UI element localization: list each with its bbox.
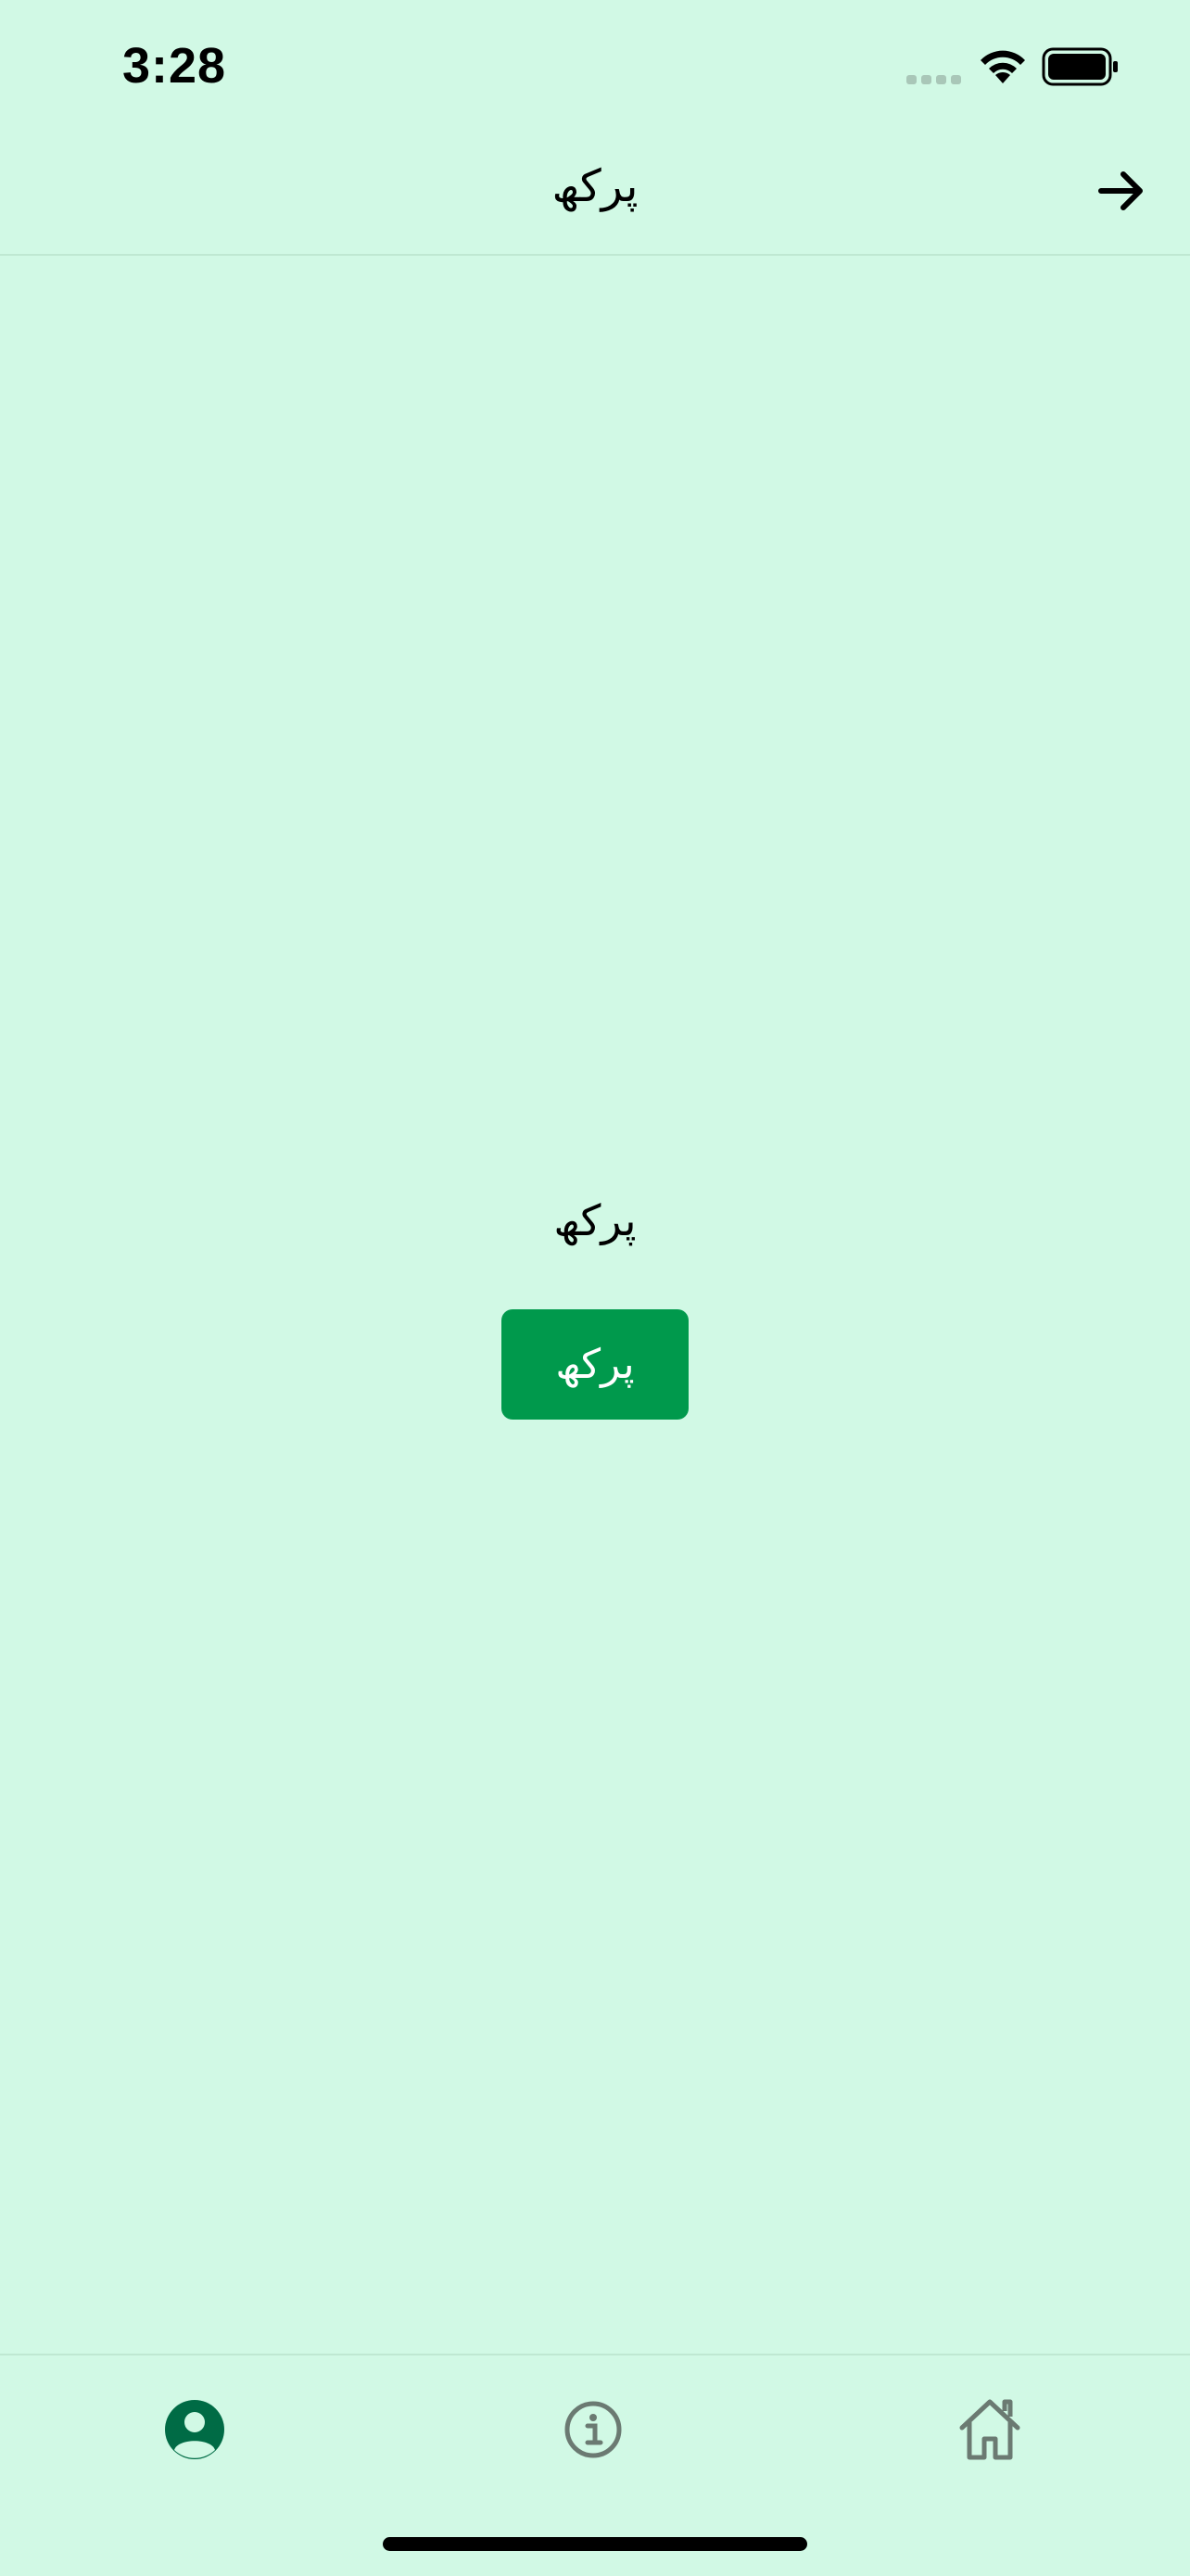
tab-profile[interactable]: [158, 2393, 232, 2467]
wifi-icon: [981, 50, 1025, 83]
status-time: 3:28: [122, 38, 227, 94]
profile-icon: [165, 2400, 224, 2459]
info-icon: [564, 2401, 622, 2458]
page-title: پرکھ: [551, 160, 639, 212]
battery-icon: [1042, 47, 1118, 86]
primary-action-button[interactable]: پرکھ: [501, 1309, 689, 1420]
home-indicator: [383, 2537, 807, 2551]
arrow-right-icon: [1098, 171, 1143, 210]
navigation-bar: پرکھ: [0, 130, 1190, 256]
tab-info[interactable]: [556, 2393, 630, 2467]
content-label: پرکھ: [553, 1195, 637, 1245]
home-icon: [959, 2399, 1020, 2460]
status-bar: 3:28: [0, 0, 1190, 130]
tab-home[interactable]: [953, 2393, 1027, 2467]
forward-button[interactable]: [1094, 163, 1149, 219]
cellular-signal-icon: [906, 75, 961, 84]
